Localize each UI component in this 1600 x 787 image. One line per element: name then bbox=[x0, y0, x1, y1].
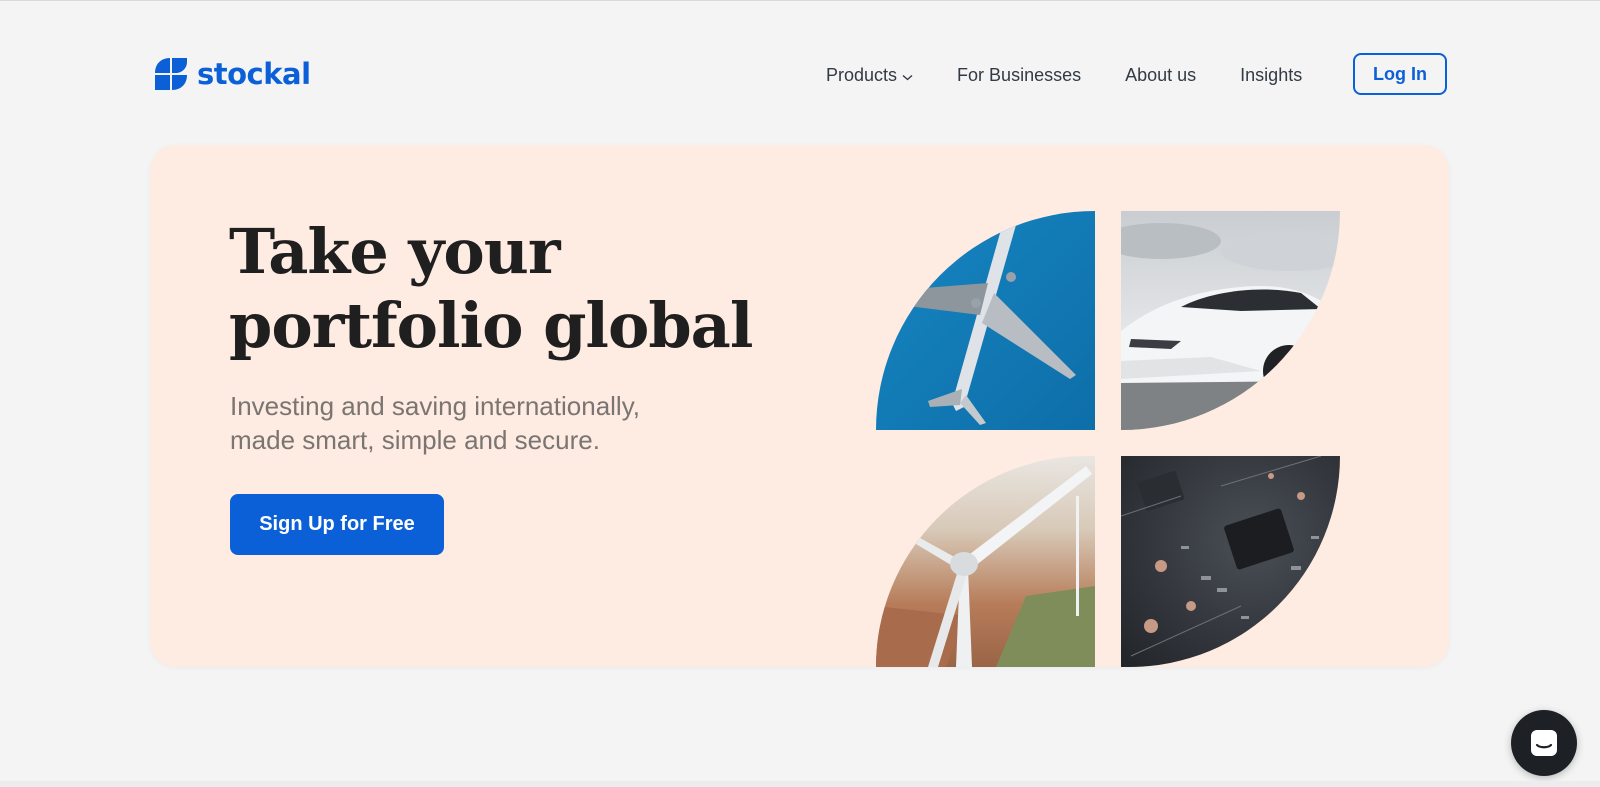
nav-insights[interactable]: Insights bbox=[1240, 53, 1302, 97]
stockal-logo-icon bbox=[155, 58, 187, 90]
sign-up-button[interactable]: Sign Up for Free bbox=[230, 494, 444, 555]
chevron-down-icon bbox=[902, 74, 913, 80]
hero-subtitle: Investing and saving internationally, ma… bbox=[230, 389, 700, 457]
electric-car-image bbox=[1121, 211, 1340, 430]
wind-turbine-image bbox=[876, 456, 1095, 667]
nav-products-label: Products bbox=[826, 65, 898, 85]
main-nav: Products For Businesses About us Insight… bbox=[826, 53, 1302, 97]
page-bottom-edge bbox=[0, 781, 1600, 787]
stockal-logo[interactable]: stockal bbox=[153, 56, 311, 92]
hero-card: Take your portfolio global Investing and… bbox=[150, 145, 1449, 667]
hero-title: Take your portfolio global bbox=[229, 215, 753, 363]
airplane-image bbox=[876, 211, 1095, 430]
hero-subtitle-line-2: made smart, simple and secure. bbox=[230, 425, 600, 455]
circuit-board-image bbox=[1121, 456, 1340, 667]
nav-about-us[interactable]: About us bbox=[1125, 53, 1196, 97]
site-header: stockal Products For Businesses About us… bbox=[0, 0, 1600, 130]
login-button[interactable]: Log In bbox=[1353, 53, 1447, 95]
nav-for-businesses[interactable]: For Businesses bbox=[957, 53, 1081, 97]
chat-icon bbox=[1531, 730, 1557, 756]
nav-products[interactable]: Products bbox=[826, 53, 913, 97]
chat-widget-button[interactable] bbox=[1511, 710, 1577, 776]
hero-title-line-2: portfolio global bbox=[229, 289, 753, 362]
hero-subtitle-line-1: Investing and saving internationally, bbox=[230, 391, 640, 421]
logo-wordmark: stockal bbox=[197, 57, 311, 91]
hero-title-line-1: Take your bbox=[229, 215, 561, 288]
